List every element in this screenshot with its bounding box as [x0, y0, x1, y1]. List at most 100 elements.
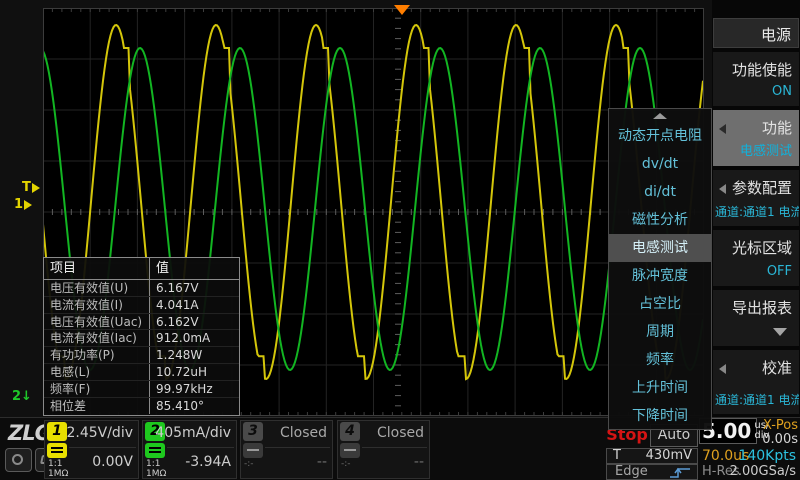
menu-item-dynamic-resistance[interactable]: 动态开点电阻: [609, 122, 711, 150]
chevron-down-icon: [773, 328, 787, 336]
trigger-level-label: T: [22, 180, 31, 195]
table-row: 电流有效值(Iac)912.0mA: [44, 330, 239, 347]
ch4-probe-ratio: -:-: [341, 460, 351, 469]
ch3-offset: --: [317, 454, 327, 470]
ch4-coupling-icon[interactable]: [340, 443, 360, 458]
menu-scroll-up[interactable]: [609, 109, 711, 122]
ch1-dc-coupling-icon[interactable]: [47, 443, 67, 458]
trigger-type-label: Edge: [615, 465, 648, 479]
channel4-badge[interactable]: 4: [340, 422, 360, 441]
menu-item-magnetic-analysis[interactable]: 磁性分析: [609, 206, 711, 234]
ch1-ref-label: 1: [14, 197, 23, 212]
trigger-position-marker[interactable]: [394, 5, 410, 15]
ch2-ref-label: 2: [12, 389, 21, 404]
divider: [362, 447, 427, 448]
trigger-level-value: 430mV: [646, 449, 692, 463]
channel3-badge[interactable]: 3: [243, 422, 263, 441]
sidebar-item-function[interactable]: 功能 电感测试: [713, 110, 799, 166]
row-value: 4.041A: [150, 297, 239, 313]
row-label: 电流有效值(Iac): [44, 330, 150, 346]
sidebar-item-calibration[interactable]: 校准 通道:通道1 电流: [713, 350, 799, 414]
trigger-type-row[interactable]: Edge: [606, 464, 698, 480]
row-label: 电压有效值(Uac): [44, 314, 150, 330]
ch1-offset: 0.00V: [92, 454, 133, 470]
section-value: ON: [772, 84, 792, 99]
row-value: 912.0mA: [150, 330, 239, 346]
xpos-label: X-Pos: [752, 419, 798, 433]
chevron-left-icon: [719, 364, 726, 374]
ch2-offset: -3.94A: [185, 454, 231, 470]
touch-mode-button[interactable]: [5, 448, 32, 472]
measurement-table[interactable]: 项目 值 电压有效值(U)6.167V 电流有效值(I)4.041A 电压有效值…: [43, 257, 240, 416]
ch2-impedance: 1MΩ: [146, 470, 166, 479]
row-label: 有功功率(P): [44, 347, 150, 363]
ch2-dc-coupling-icon[interactable]: [145, 443, 165, 458]
row-label: 电感(L): [44, 364, 150, 380]
sidebar-item-export-report[interactable]: 导出报表: [713, 290, 799, 346]
function-dropdown-menu: 动态开点电阻 dv/dt di/dt 磁性分析 电感测试 脉冲宽度 占空比 周期…: [608, 108, 712, 430]
section-value: 通道:通道1 电流: [715, 391, 799, 408]
channel3-group[interactable]: 3 -:- Closed --: [240, 420, 333, 479]
ch1-scale: 2.45V/div: [66, 425, 133, 441]
ch2-probe-ratio: 1:1: [146, 460, 160, 469]
section-title: 功能使能: [732, 59, 792, 80]
row-value: 1.248W: [150, 347, 239, 363]
menu-item-pulse-width[interactable]: 脉冲宽度: [609, 262, 711, 290]
section-title: 光标区域: [732, 237, 792, 258]
x-position-readout: X-Pos 0.00s: [752, 419, 798, 447]
xpos-value: 0.00s: [752, 433, 798, 447]
menu-item-inductance-test[interactable]: 电感测试: [609, 234, 711, 262]
ch4-offset: --: [414, 454, 424, 470]
channel1-badge[interactable]: 1: [47, 422, 67, 441]
channel4-group[interactable]: 4 -:- Closed --: [337, 420, 430, 479]
ch2-reference-marker[interactable]: 2↓: [12, 389, 32, 404]
channel2-group[interactable]: 2 1:1 1MΩ 405mA/div -3.94A: [142, 420, 237, 479]
row-value: 6.162V: [150, 314, 239, 330]
sidebar-item-function-enable[interactable]: 功能使能 ON: [713, 52, 799, 106]
ch3-probe-ratio: -:-: [244, 460, 254, 469]
ch2-scale: 405mA/div: [155, 425, 231, 441]
menu-item-didt[interactable]: di/dt: [609, 178, 711, 206]
measurement-table-header: 项目 值: [44, 258, 239, 280]
section-value: 电感测试: [740, 140, 792, 159]
row-label: 频率(F): [44, 381, 150, 397]
table-row: 相位差85.410°: [44, 398, 239, 415]
ch3-coupling-icon[interactable]: [243, 443, 263, 458]
section-value: OFF: [767, 264, 792, 279]
menu-item-frequency[interactable]: 频率: [609, 346, 711, 374]
trigger-level-marker[interactable]: T: [22, 180, 40, 195]
row-value: 10.72uH: [150, 364, 239, 380]
trigger-source: T: [613, 449, 621, 463]
ch1-reference-marker[interactable]: 1: [14, 197, 32, 212]
menu-item-period[interactable]: 周期: [609, 318, 711, 346]
sidebar-item-parameter-config[interactable]: 参数配置 通道:通道1 电流: [713, 170, 799, 226]
menu-item-duty-cycle[interactable]: 占空比: [609, 290, 711, 318]
memory-depth: 140Kpts: [738, 448, 796, 464]
sidebar-title-power[interactable]: 电源: [713, 18, 799, 48]
row-value: 6.167V: [150, 280, 239, 296]
channel1-group[interactable]: 1 1:1 1MΩ 2.45V/div 0.00V: [44, 420, 139, 479]
section-value: 通道:通道1 电流: [715, 203, 799, 220]
sidebar: 电源 功能使能 ON 功能 电感测试 参数配置 通道:通道1 电流 光标区域 O…: [712, 0, 800, 417]
sidebar-item-cursor-area[interactable]: 光标区域 OFF: [713, 230, 799, 286]
row-value: 85.410°: [150, 398, 239, 415]
menu-item-rise-time[interactable]: 上升时间: [609, 374, 711, 402]
section-title: 校准: [762, 357, 792, 378]
table-row: 电压有效值(Uac)6.162V: [44, 314, 239, 331]
right-arrow-icon: [32, 183, 40, 193]
right-arrow-icon: [24, 200, 32, 210]
table-row: 电流有效值(I)4.041A: [44, 297, 239, 314]
capture-window-row: 70.0us 140Kpts: [702, 448, 798, 463]
divider: [167, 447, 234, 448]
section-title: 功能: [762, 117, 792, 138]
trigger-level-row[interactable]: T 430mV: [606, 448, 698, 464]
divider: [69, 447, 136, 448]
table-row: 有功功率(P)1.248W: [44, 347, 239, 364]
menu-item-dvdt[interactable]: dv/dt: [609, 150, 711, 178]
rising-edge-icon: [667, 466, 693, 480]
section-title: 导出报表: [732, 297, 792, 318]
touch-circle-icon: [12, 454, 23, 465]
menu-item-fall-time[interactable]: 下降时间: [609, 402, 711, 430]
table-row: 频率(F)99.97kHz: [44, 381, 239, 398]
oscilloscope-screen: T 1 2↓ 项目 值 电压有效值(U)6.167V 电流有效值(I)4.041…: [0, 0, 800, 480]
